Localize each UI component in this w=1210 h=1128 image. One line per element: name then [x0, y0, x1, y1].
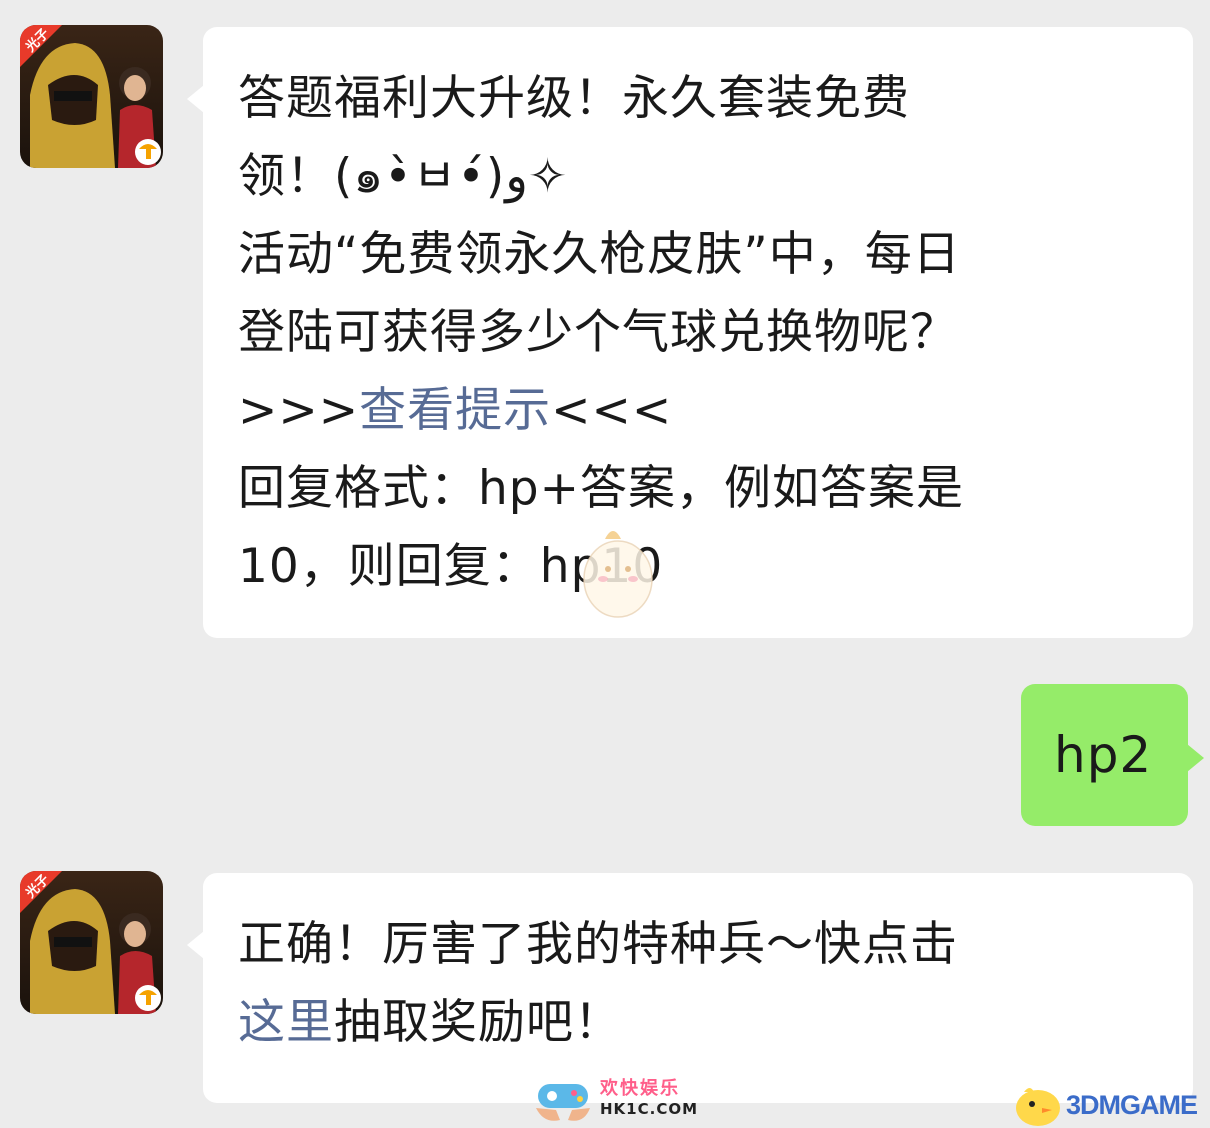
game-characters-avatar-image: 光子 — [20, 871, 163, 1014]
official-account-avatar[interactable]: 光子 — [20, 25, 163, 168]
hint-line: >>>查看提示<<< — [238, 372, 964, 450]
official-account-avatar[interactable]: 光子 — [20, 871, 163, 1014]
outgoing-message-text: hp2 — [1054, 726, 1153, 784]
message-line: 登陆可获得多少个气球兑换物呢？ — [238, 305, 958, 360]
watermark-cn-text: 欢快娱乐 — [600, 1078, 680, 1099]
click-here-link[interactable]: 这里 — [238, 995, 334, 1050]
message-line-rest: 抽取奖励吧！ — [334, 995, 622, 1050]
message-line: 活动“免费领永久枪皮肤”中，每日 — [238, 227, 961, 282]
incoming-message-bubble-result[interactable]: 正确！厉害了我的特种兵～快点击 这里抽取奖励吧！ — [187, 873, 1193, 1103]
view-hint-link[interactable]: 查看提示 — [359, 383, 551, 438]
chick-mascot-icon — [1016, 1088, 1060, 1126]
outgoing-message-bubble[interactable]: hp2 — [1021, 684, 1204, 826]
watermark-en-text: HK1C.COM — [600, 1100, 699, 1118]
mascot-watermark-icon — [583, 531, 653, 618]
message-line: 答题福利大升级！永久套装免费 — [238, 71, 910, 126]
hk1c-watermark: 欢快娱乐 HK1C.COM — [530, 1070, 710, 1128]
gamepad-hand-icon — [536, 1084, 590, 1121]
result-message-text: 正确！厉害了我的特种兵～快点击 这里抽取奖励吧！ — [238, 906, 958, 1062]
game-characters-avatar-image: 光子 — [20, 25, 163, 168]
3dmgame-watermark: 3DMGAME — [1010, 1080, 1210, 1128]
message-line: 这里抽取奖励吧！ — [238, 984, 958, 1062]
hint-prefix: >>> — [238, 383, 360, 438]
message-line: 正确！厉害了我的特种兵～快点击 — [238, 917, 958, 972]
message-line: 领！(๑•̀ㅂ•́)و✧ — [238, 149, 568, 204]
3dmgame-text: 3DMGAME — [1066, 1090, 1198, 1120]
incoming-message-bubble-quiz[interactable]: 答题福利大升级！永久套装免费 领！(๑•̀ㅂ•́)و✧ 活动“免费领永久枪皮肤”… — [187, 27, 1193, 638]
hint-suffix: <<< — [551, 383, 673, 438]
